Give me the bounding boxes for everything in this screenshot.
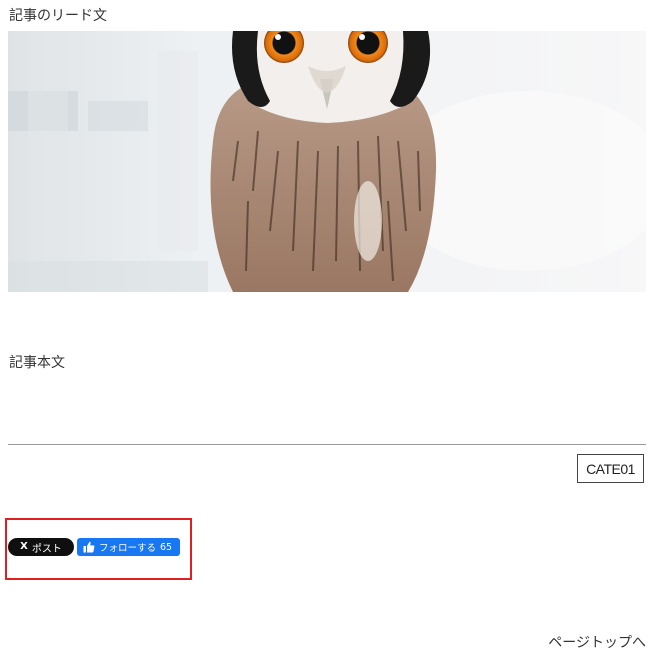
- article-body: 記事本文: [9, 355, 65, 371]
- category-tag[interactable]: CATE01: [577, 454, 644, 483]
- divider: [8, 444, 646, 445]
- facebook-follow-count: 65: [160, 541, 173, 553]
- article-lead: 記事のリード文: [9, 8, 107, 24]
- x-post-label: ポスト: [31, 543, 62, 555]
- x-logo-icon: X: [20, 541, 28, 552]
- owl-photo: [8, 31, 646, 292]
- x-post-button[interactable]: X ポスト: [8, 538, 74, 556]
- hero-image-owl: [8, 31, 646, 292]
- thumbs-up-icon: [83, 541, 95, 553]
- facebook-follow-button[interactable]: フォローする 65: [77, 538, 180, 556]
- facebook-follow-label: フォローする: [99, 543, 157, 554]
- page-top-link[interactable]: ページトップへ: [548, 634, 646, 652]
